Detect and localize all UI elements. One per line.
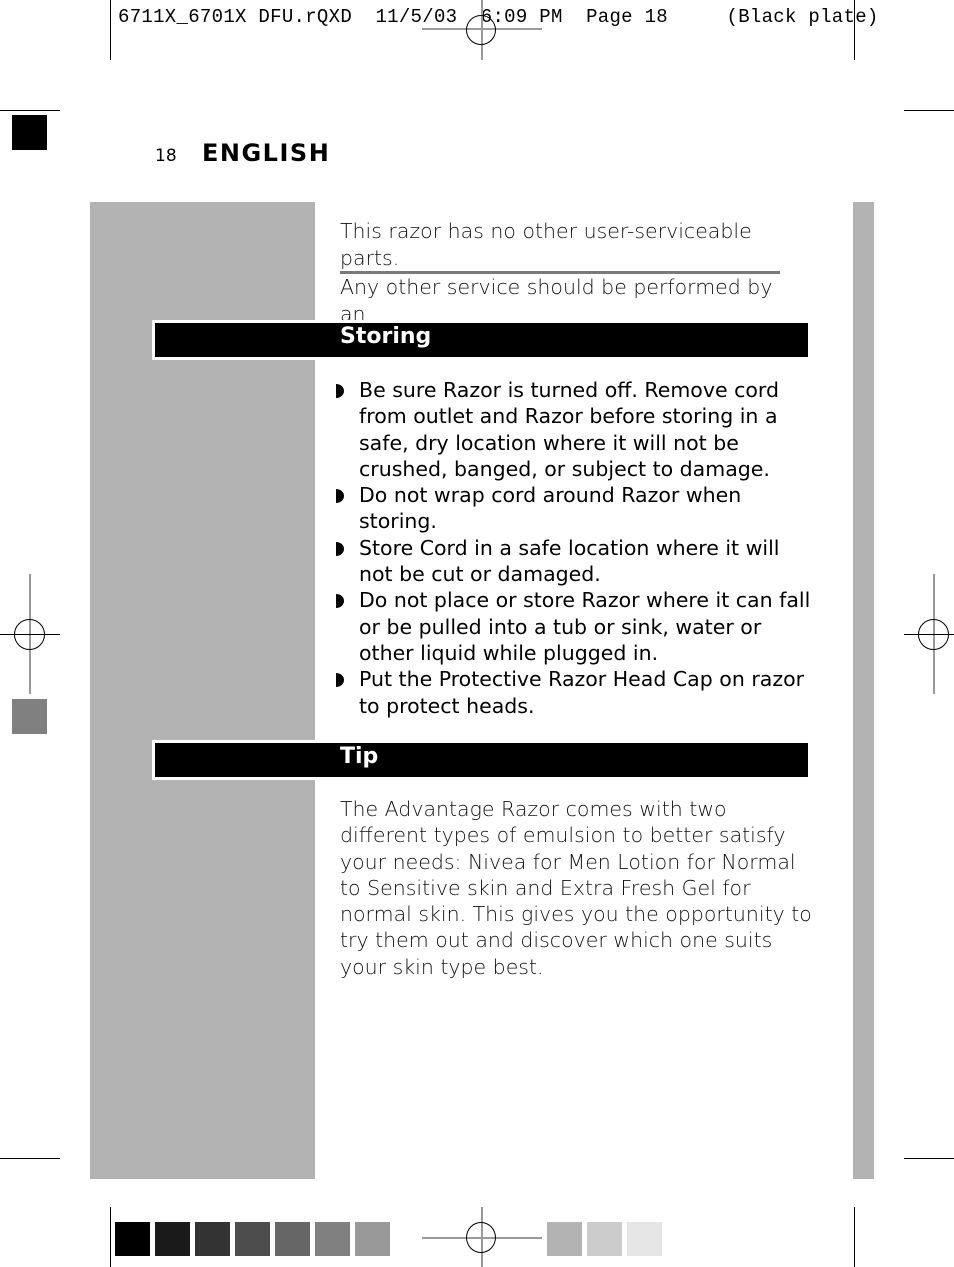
list-item-text: Put the Protective Razor Head Cap on raz… — [359, 667, 805, 718]
color-swatch — [355, 1222, 390, 1256]
list-item: Do not place or store Razor where it can… — [336, 587, 811, 666]
service-notice-line: Any other service should be performed by… — [340, 274, 780, 330]
list-item: Do not wrap cord around Razor when stori… — [336, 482, 811, 535]
bullet-icon — [336, 594, 344, 609]
color-swatch — [115, 1222, 150, 1256]
tip-paragraph: The Advantage Razor comes with two diffe… — [340, 797, 812, 979]
registration-mark-icon — [466, 1222, 496, 1253]
crop-mark — [0, 110, 60, 111]
page-language-title: ENGLISH — [202, 139, 331, 167]
storing-bullet-list: Be sure Razor is turned off. Remove cord… — [336, 377, 811, 719]
list-item: Put the Protective Razor Head Cap on raz… — [336, 666, 811, 719]
list-item-text: Be sure Razor is turned off. Remove cord… — [359, 378, 779, 481]
bullet-icon — [336, 541, 344, 556]
registration-square-black — [12, 115, 47, 150]
page-number: 18 — [155, 146, 177, 166]
color-swatch — [315, 1222, 350, 1256]
color-swatch — [587, 1222, 622, 1256]
registration-mark-icon — [466, 15, 496, 45]
list-item: Be sure Razor is turned off. Remove cord… — [336, 377, 811, 482]
registration-mark-icon — [14, 619, 45, 650]
crop-mark — [110, 0, 111, 60]
section-header-tip: Tip — [153, 741, 810, 779]
bullet-icon — [336, 384, 344, 398]
color-swatch — [195, 1222, 230, 1256]
right-margin-panel — [853, 202, 874, 1179]
section-title: Tip — [340, 744, 379, 769]
bullet-icon — [336, 489, 344, 504]
registration-square-gray — [12, 699, 47, 734]
section-title: Storing — [340, 324, 432, 349]
crop-mark — [854, 1207, 855, 1267]
crop-mark — [0, 1158, 60, 1159]
list-item: Store Cord in a safe location where it w… — [336, 535, 811, 588]
crop-mark — [904, 110, 954, 111]
color-swatch — [235, 1222, 270, 1256]
bullet-icon — [336, 673, 344, 688]
print-slug-line: 6711X_6701X DFU.rQXD 11/5/03 6:09 PM Pag… — [118, 6, 879, 28]
color-swatch — [547, 1222, 582, 1256]
service-notice-line: This razor has no other user-serviceable… — [340, 218, 780, 274]
list-item-text: Do not wrap cord around Razor when stori… — [359, 483, 742, 534]
crop-mark — [110, 1207, 111, 1267]
crop-mark — [854, 0, 855, 60]
list-item-text: Store Cord in a safe location where it w… — [359, 535, 780, 587]
section-header-storing: Storing — [153, 321, 810, 359]
color-swatch — [275, 1222, 310, 1256]
color-swatch — [627, 1222, 662, 1256]
list-item-text: Do not place or store Razor where it can… — [359, 588, 811, 665]
crop-mark — [904, 1158, 954, 1159]
registration-mark-icon — [918, 619, 949, 650]
color-swatch — [155, 1222, 190, 1256]
